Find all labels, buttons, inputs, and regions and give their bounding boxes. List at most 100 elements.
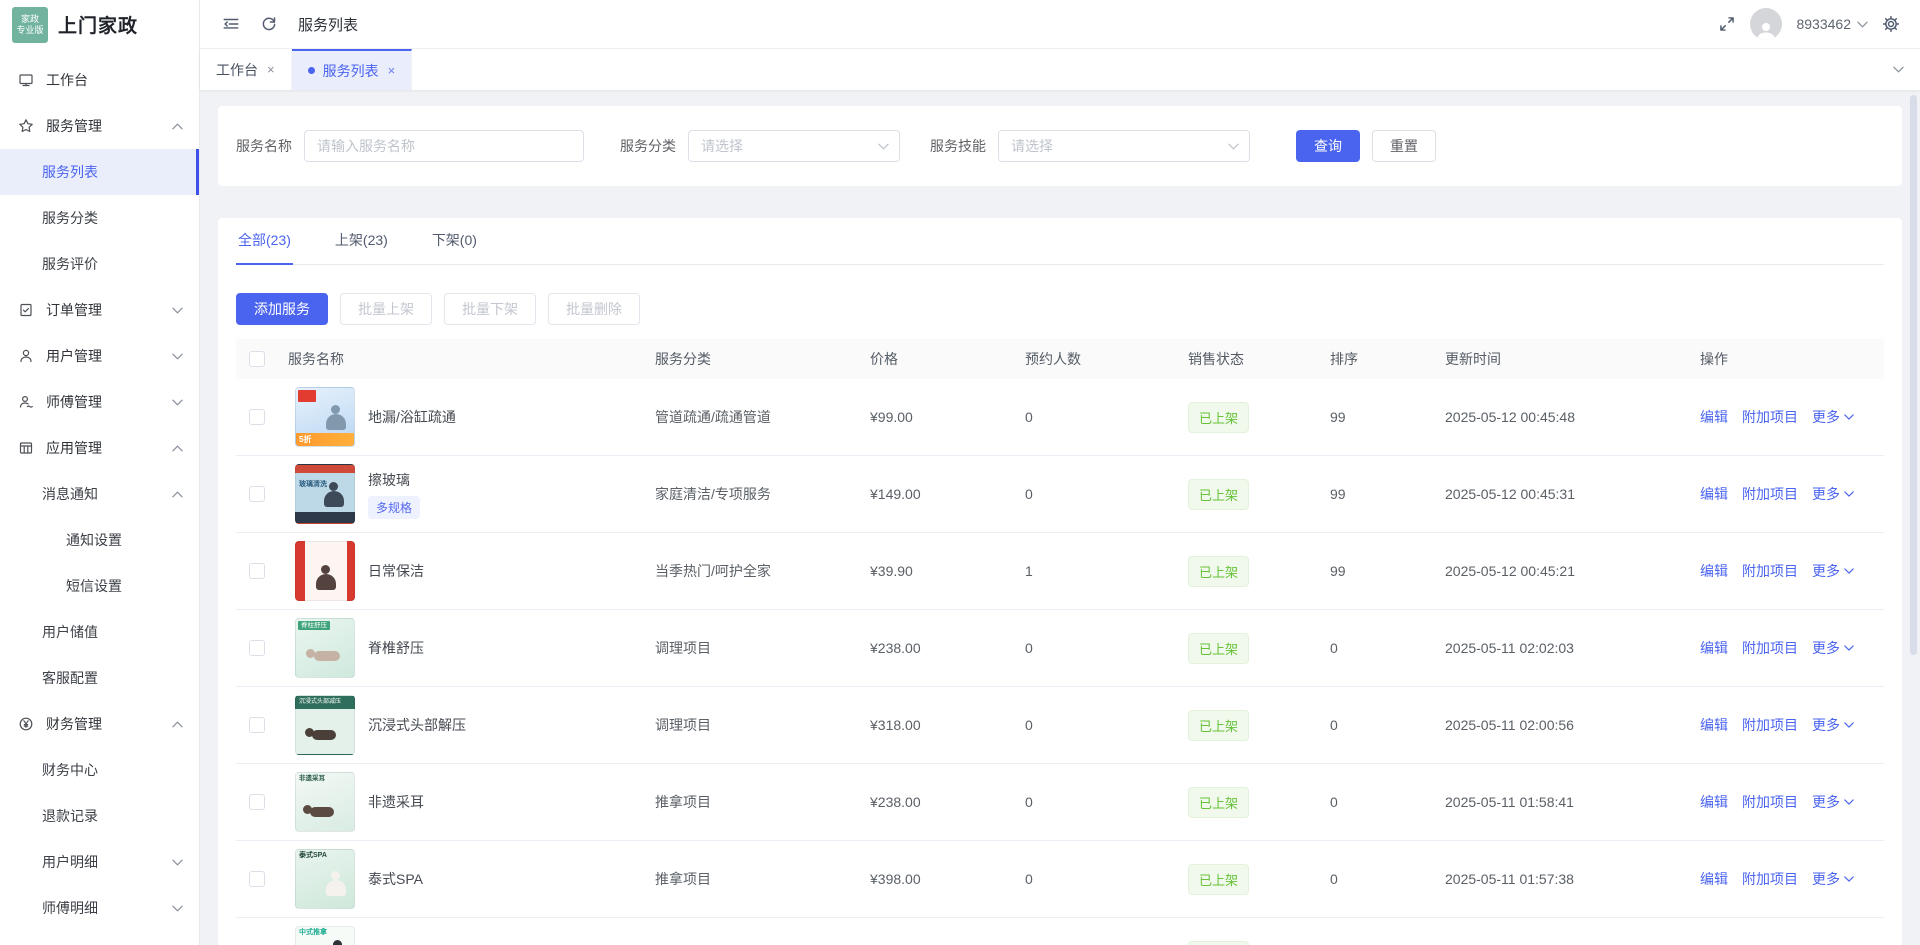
sidebar-item-service-list[interactable]: 服务列表: [0, 149, 199, 195]
chevron-down-icon: [1844, 722, 1854, 728]
row-checkbox[interactable]: [249, 486, 265, 502]
sidebar-item-finance-mgmt[interactable]: 财务管理: [0, 701, 199, 747]
avatar[interactable]: [1750, 8, 1782, 40]
addon-items-link[interactable]: 附加项目: [1742, 407, 1798, 427]
close-icon[interactable]: ×: [388, 63, 396, 78]
row-checkbox[interactable]: [249, 563, 265, 579]
sidebar-item-app-mgmt[interactable]: 应用管理: [0, 425, 199, 471]
service-skill-select[interactable]: 请选择: [998, 130, 1250, 162]
sidebar-item-service-category[interactable]: 服务分类: [0, 195, 199, 241]
status-tab-on[interactable]: 上架(23): [333, 218, 390, 264]
addon-items-link[interactable]: 附加项目: [1742, 638, 1798, 658]
add-service-button[interactable]: 添加服务: [236, 293, 328, 325]
more-link[interactable]: 更多: [1812, 561, 1854, 581]
sidebar-item-user-stored-value[interactable]: 用户储值: [0, 609, 199, 655]
edit-link[interactable]: 编辑: [1700, 869, 1728, 889]
brand-logo: 家政 专业版: [12, 7, 48, 43]
sidebar-item-refund-records[interactable]: 退款记录: [0, 793, 199, 839]
chevron-down-icon: [1893, 66, 1904, 73]
brand-logo-text-bottom: 专业版: [16, 25, 43, 36]
sidebar-item-service-mgmt[interactable]: 服务管理: [0, 103, 199, 149]
status-tab-off[interactable]: 下架(0): [430, 218, 479, 264]
collapse-sidebar-button[interactable]: [222, 15, 240, 33]
chevron-up-icon: [172, 123, 183, 130]
page-scrollbar[interactable]: [1910, 95, 1917, 655]
col-sort: 排序: [1330, 349, 1445, 369]
fullscreen-button[interactable]: [1718, 15, 1736, 33]
sidebar-item-master-details[interactable]: 师傅明细: [0, 885, 199, 931]
service-bookings: 0: [1025, 871, 1188, 887]
more-link[interactable]: 更多: [1812, 484, 1854, 504]
sidebar-item-decor-mgmt[interactable]: 装修管理: [0, 931, 199, 945]
edit-link[interactable]: 编辑: [1700, 561, 1728, 581]
edit-link[interactable]: 编辑: [1700, 638, 1728, 658]
sidebar-item-order-mgmt[interactable]: 订单管理: [0, 287, 199, 333]
reset-button[interactable]: 重置: [1372, 130, 1436, 162]
user-menu[interactable]: 8933462: [1796, 16, 1868, 32]
status-tab-all[interactable]: 全部(23): [236, 218, 293, 265]
service-row: 玻璃清洗 擦玻璃 多规格 家庭清洁/专项服务 ¥149.00 0: [236, 456, 1884, 533]
sidebar-item-workbench[interactable]: 工作台: [0, 57, 199, 103]
service-name: 脊椎舒压: [368, 638, 424, 658]
sidebar-item-message-notice[interactable]: 消息通知: [0, 471, 199, 517]
col-status: 销售状态: [1188, 349, 1330, 369]
yen-circle-icon: [18, 716, 34, 732]
addon-items-link[interactable]: 附加项目: [1742, 561, 1798, 581]
sidebar-item-user-details[interactable]: 用户明细: [0, 839, 199, 885]
sidebar-item-service-review[interactable]: 服务评价: [0, 241, 199, 287]
more-link[interactable]: 更多: [1812, 407, 1854, 427]
addon-items-link[interactable]: 附加项目: [1742, 484, 1798, 504]
addon-items-link[interactable]: 附加项目: [1742, 715, 1798, 735]
settings-button[interactable]: [1882, 15, 1900, 33]
thumbnail-caption: 脊柱舒压: [298, 621, 330, 630]
batch-delete-button[interactable]: 批量删除: [548, 293, 640, 325]
close-icon[interactable]: ×: [267, 62, 275, 77]
addon-items-link[interactable]: 附加项目: [1742, 792, 1798, 812]
batch-on-button[interactable]: 批量上架: [340, 293, 432, 325]
sidebar-item-customer-service-config[interactable]: 客服配置: [0, 655, 199, 701]
tab-options-button[interactable]: [1876, 49, 1920, 90]
service-category: 推拿项目: [655, 869, 870, 889]
refresh-button[interactable]: [260, 15, 278, 33]
service-thumbnail: [295, 541, 355, 601]
row-checkbox[interactable]: [249, 794, 265, 810]
more-link[interactable]: 更多: [1812, 792, 1854, 812]
row-checkbox[interactable]: [249, 409, 265, 425]
person-silhouette: [314, 651, 340, 661]
more-link[interactable]: 更多: [1812, 715, 1854, 735]
edit-link[interactable]: 编辑: [1700, 484, 1728, 504]
service-row: 日常保洁 当季热门/呵护全家 ¥39.90 1 已上架 99 2025-05-1…: [236, 533, 1884, 610]
chevron-down-icon: [1844, 876, 1854, 882]
sidebar-item-finance-center[interactable]: 财务中心: [0, 747, 199, 793]
sidebar-item-sms-settings[interactable]: 短信设置: [0, 563, 199, 609]
edit-link[interactable]: 编辑: [1700, 407, 1728, 427]
tab-workbench[interactable]: 工作台 ×: [200, 49, 292, 90]
sidebar-item-notice-settings[interactable]: 通知设置: [0, 517, 199, 563]
topbar-right: 8933462: [1718, 8, 1900, 40]
service-row: 5折 地漏/浴缸疏通 管道疏通/疏通管道 ¥99.00 0: [236, 379, 1884, 456]
edit-link[interactable]: 编辑: [1700, 792, 1728, 812]
sidebar-item-user-mgmt[interactable]: 用户管理: [0, 333, 199, 379]
select-all-checkbox[interactable]: [249, 351, 265, 367]
updated-time: 2025-05-12 00:45:31: [1445, 486, 1700, 502]
col-price: 价格: [870, 349, 1025, 369]
row-checkbox[interactable]: [249, 717, 265, 733]
sort-value: 0: [1330, 640, 1445, 656]
edit-link[interactable]: 编辑: [1700, 715, 1728, 735]
service-thumbnail: 玻璃清洗: [295, 464, 355, 524]
query-button[interactable]: 查询: [1296, 130, 1360, 162]
more-link[interactable]: 更多: [1812, 869, 1854, 889]
addon-items-link[interactable]: 附加项目: [1742, 869, 1798, 889]
tab-service-list[interactable]: 服务列表 ×: [292, 49, 413, 90]
service-category-select[interactable]: 请选择: [688, 130, 900, 162]
sidebar-item-master-mgmt[interactable]: 师傅管理: [0, 379, 199, 425]
row-checkbox[interactable]: [249, 871, 265, 887]
service-name-input[interactable]: [304, 130, 584, 162]
chevron-down-icon: [1844, 568, 1854, 574]
batch-off-button[interactable]: 批量下架: [444, 293, 536, 325]
more-link[interactable]: 更多: [1812, 638, 1854, 658]
service-thumbnail: 中式推拿: [295, 926, 355, 945]
chevron-up-icon: [172, 721, 183, 728]
row-checkbox[interactable]: [249, 640, 265, 656]
chevron-down-icon: [172, 399, 183, 406]
